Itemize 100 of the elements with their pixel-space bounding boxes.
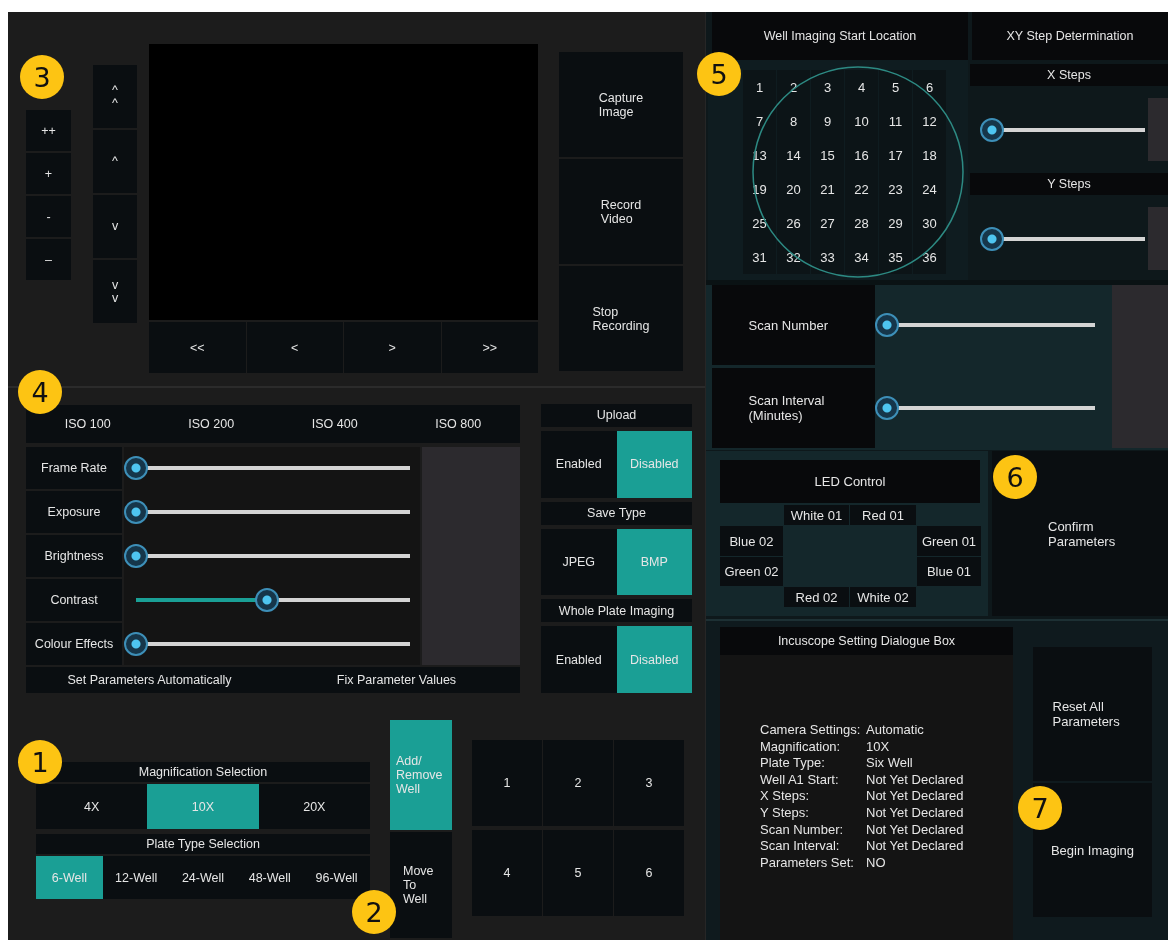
slider-thumb[interactable] — [124, 632, 148, 656]
iso-button[interactable]: ISO 800 — [396, 405, 520, 443]
slider-thumb[interactable] — [124, 500, 148, 524]
slider-label: Scan Number — [712, 285, 875, 365]
slider-label: Brightness — [26, 535, 122, 577]
iso-button[interactable]: ISO 100 — [26, 405, 150, 443]
section-header: Whole Plate Imaging — [541, 599, 692, 623]
well-position-button[interactable]: 30 — [913, 206, 946, 240]
well-position-button[interactable]: 33 — [811, 240, 844, 274]
capture-button[interactable]: Record Video — [559, 159, 683, 264]
well-position-button[interactable]: 8 — [777, 104, 810, 138]
led-button[interactable]: Red 01 — [850, 505, 916, 525]
zoom-button[interactable]: + — [26, 153, 71, 194]
callout-marker: 3 — [20, 55, 64, 99]
well-position-button[interactable]: 9 — [811, 104, 844, 138]
toggle-button[interactable]: Enabled — [541, 626, 617, 693]
move-button[interactable]: ^ ^ — [93, 65, 137, 128]
iso-button[interactable]: ISO 200 — [149, 405, 273, 443]
well-button[interactable]: 5 — [543, 830, 613, 916]
setting-value: Not Yet Declared — [866, 804, 964, 822]
well-button[interactable]: 2 — [543, 740, 613, 826]
reset-button[interactable]: Reset All Parameters — [1033, 647, 1152, 781]
well-position-button[interactable]: 11 — [879, 104, 912, 138]
led-button[interactable]: Blue 01 — [917, 557, 981, 586]
well-position-button[interactable]: 10 — [845, 104, 878, 138]
well-position-button[interactable]: 24 — [913, 172, 946, 206]
section-header: XY Step Determination — [972, 12, 1168, 60]
setting-label: Scan Interval: — [760, 838, 841, 855]
well-position-button[interactable]: 1 — [743, 70, 776, 104]
well-position-button[interactable]: 26 — [777, 206, 810, 240]
step-button[interactable]: > — [344, 322, 441, 373]
slider-thumb[interactable] — [255, 588, 279, 612]
toggle-button[interactable]: Enabled — [541, 430, 617, 498]
zoom-button[interactable]: - — [26, 196, 71, 237]
well-position-button[interactable]: 12 — [913, 104, 946, 138]
well-position-button[interactable]: 7 — [743, 104, 776, 138]
led-button[interactable]: White 02 — [850, 587, 916, 607]
well-position-button[interactable]: 6 — [913, 70, 946, 104]
move-button[interactable]: ^ — [93, 130, 137, 193]
well-position-button[interactable]: 20 — [777, 172, 810, 206]
well-position-button[interactable]: 34 — [845, 240, 878, 274]
well-button[interactable]: 4 — [472, 830, 542, 916]
slider-thumb[interactable] — [124, 456, 148, 480]
led-button[interactable]: Red 02 — [784, 587, 849, 607]
well-position-button[interactable]: 28 — [845, 206, 878, 240]
well-position-button[interactable]: 5 — [879, 70, 912, 104]
well-position-button[interactable]: 13 — [743, 138, 776, 172]
well-position-button[interactable]: 2 — [777, 70, 810, 104]
iso-button[interactable]: ISO 400 — [273, 405, 397, 443]
toggle-button[interactable]: JPEG — [541, 528, 617, 596]
setting-value: 10X — [866, 738, 890, 756]
well-button[interactable]: 3 — [614, 740, 684, 826]
well-position-button[interactable]: 32 — [777, 240, 810, 274]
well-position-button[interactable]: 31 — [743, 240, 776, 274]
well-position-button[interactable]: 17 — [879, 138, 912, 172]
well-position-button[interactable]: 21 — [811, 172, 844, 206]
step-button[interactable]: << — [149, 322, 246, 373]
well-button[interactable]: 1 — [472, 740, 542, 826]
well-position-button[interactable]: 35 — [879, 240, 912, 274]
plate-type-button[interactable]: 12-Well — [102, 856, 170, 899]
magnification-button[interactable]: 20X — [258, 784, 370, 829]
well-position-button[interactable]: 14 — [777, 138, 810, 172]
well-position-button[interactable]: 36 — [913, 240, 946, 274]
led-button[interactable]: Green 01 — [917, 526, 981, 556]
slider-thumb[interactable] — [980, 226, 1004, 251]
well-position-button[interactable]: 25 — [743, 206, 776, 240]
move-button[interactable]: v — [93, 195, 137, 258]
zoom-button[interactable]: – — [26, 239, 71, 280]
well-position-button[interactable]: 19 — [743, 172, 776, 206]
plate-type-button[interactable]: 96-Well — [303, 856, 370, 899]
plate-type-button[interactable]: 48-Well — [236, 856, 304, 899]
slider-thumb[interactable] — [875, 396, 899, 420]
well-position-button[interactable]: 16 — [845, 138, 878, 172]
well-position-button[interactable]: 22 — [845, 172, 878, 206]
well-position-button[interactable]: 27 — [811, 206, 844, 240]
led-button[interactable]: Blue 02 — [720, 526, 783, 556]
well-position-button[interactable]: 3 — [811, 70, 844, 104]
slider-thumb[interactable] — [980, 117, 1004, 142]
well-position-button[interactable]: 18 — [913, 138, 946, 172]
led-button[interactable]: Green 02 — [720, 557, 783, 586]
step-button[interactable]: < — [246, 322, 343, 373]
well-action-button[interactable]: Move To Well — [390, 832, 452, 938]
setting-value: Six Well — [866, 755, 913, 772]
capture-button[interactable]: Stop Recording — [559, 266, 683, 371]
slider-thumb[interactable] — [875, 313, 899, 337]
well-position-button[interactable]: 29 — [879, 206, 912, 240]
magnification-button[interactable]: 4X — [36, 784, 148, 829]
move-button[interactable]: v v — [93, 260, 137, 323]
zoom-button[interactable]: ++ — [26, 110, 71, 151]
well-button[interactable]: 6 — [614, 830, 684, 916]
well-position-button[interactable]: 4 — [845, 70, 878, 104]
parameter-button[interactable]: Fix Parameter Values — [273, 667, 520, 693]
plate-type-button[interactable]: 24-Well — [169, 856, 237, 899]
well-position-button[interactable]: 15 — [811, 138, 844, 172]
well-position-button[interactable]: 23 — [879, 172, 912, 206]
capture-button[interactable]: Capture Image — [559, 52, 683, 157]
parameter-button[interactable]: Set Parameters Automatically — [26, 667, 273, 693]
step-button[interactable]: >> — [441, 322, 538, 373]
led-button[interactable]: White 01 — [784, 505, 849, 525]
slider-thumb[interactable] — [124, 544, 148, 568]
